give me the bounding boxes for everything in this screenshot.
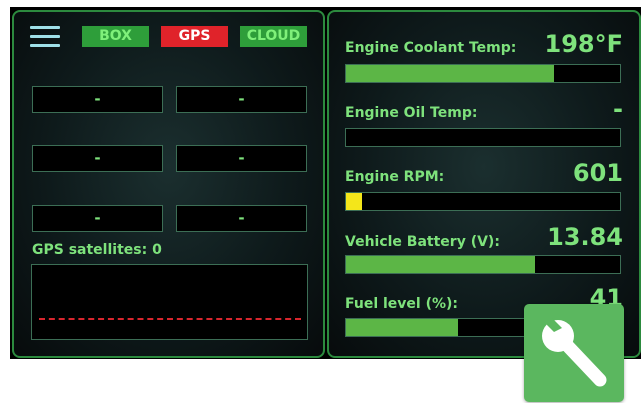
coolant-temp-label: Engine Coolant Temp: <box>345 40 517 56</box>
info-field-r1c2: - <box>176 86 307 113</box>
satellite-signal-dashed-line <box>39 318 301 320</box>
wrench-icon <box>542 318 607 387</box>
engine-rpm-label: Engine RPM: <box>345 169 445 185</box>
fuel-level-bar-fill <box>346 319 459 336</box>
battery-voltage-value: 13.84 <box>547 223 623 251</box>
coolant-temp-bar-fill <box>346 65 555 82</box>
gps-status-tag[interactable]: GPS <box>161 26 228 47</box>
info-field-r1c1: - <box>32 86 163 113</box>
info-field-r2c2: - <box>176 145 307 172</box>
info-field-r3c2: - <box>176 205 307 232</box>
oil-temp-label: Engine Oil Temp: <box>345 105 478 121</box>
oil-temp-value: - <box>613 95 623 123</box>
info-field-r2c1: - <box>32 145 163 172</box>
battery-voltage-bar-fill <box>346 256 536 273</box>
engine-rpm-bar <box>345 192 621 211</box>
oil-temp-bar <box>345 128 621 147</box>
fuel-level-label: Fuel level (%): <box>345 296 459 312</box>
battery-voltage-bar <box>345 255 621 274</box>
battery-voltage-label: Vehicle Battery (V): <box>345 234 500 250</box>
box-status-tag[interactable]: BOX <box>82 26 149 47</box>
gps-satellites-label: GPS satellites: 0 <box>32 242 162 258</box>
engine-rpm-value: 601 <box>572 159 623 187</box>
engine-rpm-bar-fill <box>346 193 363 210</box>
coolant-temp-bar <box>345 64 621 83</box>
left-panel: BOX GPS CLOUD - - - - - - GPS satellites… <box>12 10 325 358</box>
settings-wrench-button[interactable] <box>524 304 624 402</box>
cloud-status-tag[interactable]: CLOUD <box>240 26 307 47</box>
hamburger-menu-icon[interactable] <box>30 25 60 49</box>
gps-satellites-graph <box>31 264 308 340</box>
info-field-r3c1: - <box>32 205 163 232</box>
coolant-temp-value: 198°F <box>544 30 624 58</box>
